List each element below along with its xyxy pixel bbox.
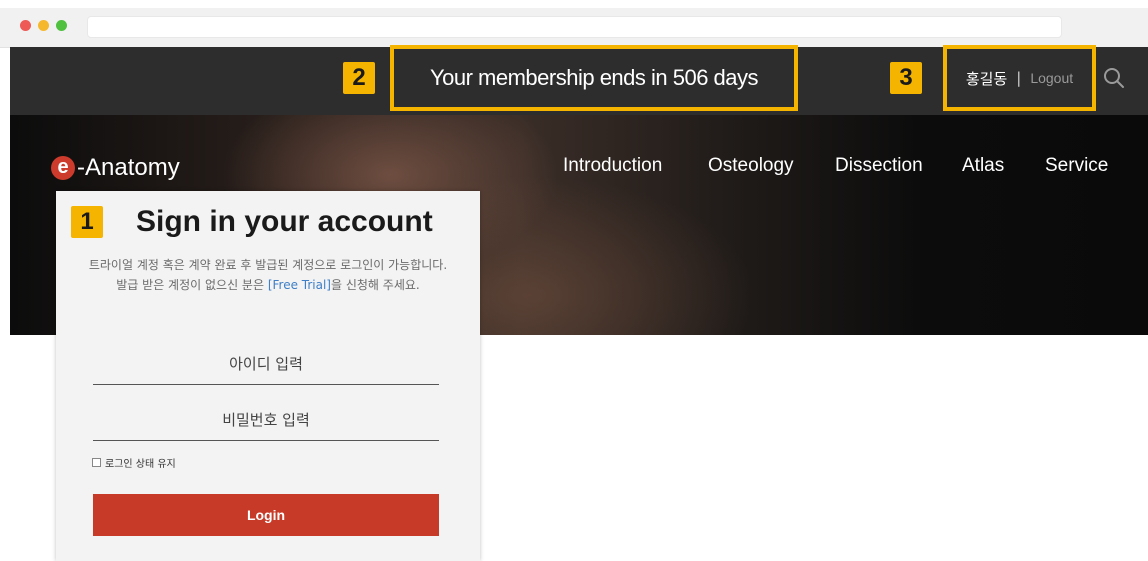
login-description-line2: 발급 받은 계정이 없으신 분은 [Free Trial]을 신청해 주세요. (56, 276, 480, 293)
minimize-window-dot[interactable] (38, 20, 49, 31)
login-title: Sign in your account (136, 205, 433, 238)
nav-atlas[interactable]: Atlas (962, 155, 1004, 181)
login-description-line1: 트라이얼 계정 혹은 계약 완료 후 발급된 계정으로 로그인이 가능합니다. (88, 258, 448, 272)
address-bar[interactable] (87, 16, 1062, 38)
keep-signed-in-label: 로그인 상태 유지 (105, 459, 176, 470)
logo-e-icon: e (51, 156, 75, 180)
username: 홍길동 (965, 69, 1008, 88)
nav-service[interactable]: Service (1045, 155, 1108, 181)
id-input[interactable] (93, 344, 439, 385)
annotation-badge-3: 3 (890, 62, 922, 94)
search-icon[interactable] (1102, 66, 1126, 90)
desc-prefix: 발급 받은 계정이 없으신 분은 (116, 278, 268, 292)
password-input[interactable] (93, 400, 439, 441)
free-trial-link[interactable]: [Free Trial] (268, 278, 331, 292)
annotation-badge-1: 1 (71, 206, 103, 238)
keep-signed-in-checkbox[interactable] (92, 458, 101, 467)
nav-dissection[interactable]: Dissection (835, 155, 923, 181)
logo-text: -Anatomy (77, 154, 180, 181)
user-separator: | (1016, 69, 1022, 87)
desc-suffix: 을 신청해 주세요. (331, 278, 420, 292)
login-button[interactable]: Login (93, 494, 439, 536)
membership-text: Your membership ends in 506 days (429, 65, 759, 90)
nav-osteology[interactable]: Osteology (708, 155, 794, 181)
membership-highlight: Your membership ends in 506 days (390, 45, 798, 111)
user-highlight: 홍길동 | Logout (943, 45, 1096, 111)
browser-chrome (0, 8, 1148, 48)
site-logo[interactable]: e -Anatomy (51, 152, 180, 184)
close-window-dot[interactable] (20, 20, 31, 31)
logout-link[interactable]: Logout (1030, 70, 1073, 86)
maximize-window-dot[interactable] (56, 20, 67, 31)
keep-signed-in[interactable]: 로그인 상태 유지 (92, 455, 176, 470)
nav-introduction[interactable]: Introduction (563, 155, 662, 181)
annotation-badge-2: 2 (343, 62, 375, 94)
